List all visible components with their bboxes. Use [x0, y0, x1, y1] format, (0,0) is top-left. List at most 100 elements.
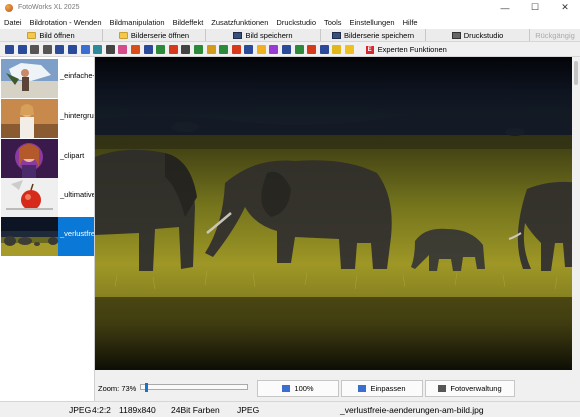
- redo-icon[interactable]: [42, 45, 52, 54]
- menu-bildeffekt[interactable]: Bildeffekt: [173, 18, 204, 27]
- menu-datei[interactable]: Datei: [4, 18, 22, 27]
- save-series-button[interactable]: Bilderserie speichern: [321, 29, 426, 41]
- thumbnail-item[interactable]: _einfache-: [1, 59, 94, 98]
- save-icon: [331, 31, 341, 39]
- fit-icon: [358, 385, 367, 392]
- print-studio-button[interactable]: Druckstudio: [426, 29, 530, 41]
- open-series-button[interactable]: Bilderserie öffnen: [103, 29, 206, 41]
- star-icon[interactable]: [256, 45, 266, 54]
- crop-icon[interactable]: [80, 45, 90, 54]
- thumbnail-item[interactable]: _hintergru: [1, 99, 94, 138]
- zoom-icon: [282, 385, 291, 392]
- zoom-slider[interactable]: [140, 383, 248, 392]
- window-title: FotoWorks XL 2025: [18, 4, 80, 11]
- fit-label: Einpassen: [370, 384, 406, 393]
- thumbnail-item-selected[interactable]: _verlustfrei: [1, 217, 94, 256]
- expert-functions-button[interactable]: E Experten Funktionen: [365, 45, 447, 54]
- menu-bar: Datei Bildrotation - Wenden Bildmanipula…: [0, 15, 580, 29]
- clone-icon[interactable]: [219, 45, 229, 54]
- flip-horizontal-icon[interactable]: [55, 45, 65, 54]
- save-icon: [233, 31, 243, 39]
- status-subsampling: 4:2:2: [92, 405, 111, 415]
- draw-icon[interactable]: [168, 45, 178, 54]
- thumbnail-panel: _einfache- _hintergru _clipart _ultimati…: [0, 57, 95, 401]
- icon-toolbar: E Experten Funktionen: [0, 43, 580, 57]
- save-image-button[interactable]: Bild speichern: [206, 29, 321, 41]
- effect-icon[interactable]: [193, 45, 203, 54]
- undo-icon[interactable]: [30, 45, 40, 54]
- menu-bildmanipulation[interactable]: Bildmanipulation: [110, 18, 165, 27]
- frame-icon[interactable]: [156, 45, 166, 54]
- resize-icon[interactable]: [93, 45, 103, 54]
- main-button-bar: Bild öffnen Bilderserie öffnen Bild spei…: [0, 29, 580, 42]
- eye-icon[interactable]: [231, 45, 241, 54]
- print-icon[interactable]: [307, 45, 317, 54]
- thumbnail-image: [1, 99, 58, 138]
- thumbnail-label: _hintergru: [60, 111, 94, 120]
- grid-icon: [438, 385, 447, 392]
- thumbnail-item[interactable]: _ultimative: [1, 178, 94, 217]
- title-bar: FotoWorks XL 2025 — ☐ ✕: [0, 0, 580, 15]
- status-format: JPEG: [69, 405, 92, 415]
- open-image-button[interactable]: Bild öffnen: [0, 29, 103, 41]
- picture-icon[interactable]: [143, 45, 153, 54]
- flip-vertical-icon[interactable]: [67, 45, 77, 54]
- filter-icon[interactable]: [130, 45, 140, 54]
- status-dimensions: 1189x840: [119, 405, 156, 415]
- folder-icon: [118, 31, 128, 39]
- photo-manager-label: Fotoverwaltung: [450, 384, 502, 393]
- menu-tools[interactable]: Tools: [324, 18, 342, 27]
- thumbnail-label: _verlustfrei: [60, 229, 94, 238]
- light-icon[interactable]: [282, 45, 292, 54]
- photo-manager-button[interactable]: Fotoverwaltung: [425, 380, 515, 397]
- tool-icon[interactable]: [105, 45, 115, 54]
- collage-icon[interactable]: [294, 45, 304, 54]
- color-icon[interactable]: [118, 45, 128, 54]
- status-bar: JPEG 4:2:2 1189x840 24Bit Farben JPEG _v…: [0, 401, 580, 417]
- open-image-label: Bild öffnen: [39, 30, 75, 40]
- share-icon[interactable]: [319, 45, 329, 54]
- menu-hilfe[interactable]: Hilfe: [403, 18, 418, 27]
- thumbnail-label: _clipart: [60, 151, 85, 160]
- minimize-button[interactable]: —: [490, 0, 520, 15]
- zoom-100-button[interactable]: 100%: [257, 380, 339, 397]
- menu-bildrotation[interactable]: Bildrotation - Wenden: [30, 18, 102, 27]
- print-studio-label: Druckstudio: [463, 30, 504, 40]
- zoom-label: Zoom: 73%: [98, 384, 137, 393]
- brush-icon[interactable]: [206, 45, 216, 54]
- app-logo-icon: [5, 3, 13, 12]
- text-icon[interactable]: [181, 45, 191, 54]
- zoom-100-label: 100%: [294, 384, 314, 393]
- image-canvas[interactable]: [95, 57, 580, 370]
- menu-druckstudio[interactable]: Druckstudio: [276, 18, 316, 27]
- zoom-slider-thumb[interactable]: [145, 383, 148, 392]
- image-icon[interactable]: [332, 45, 342, 54]
- shape-icon[interactable]: [244, 45, 254, 54]
- undo-button[interactable]: Rückgängig: [530, 29, 580, 41]
- thumbnail-item[interactable]: _clipart: [1, 139, 94, 178]
- rotate-left-icon[interactable]: [5, 45, 14, 54]
- thumbnail-label: _ultimative: [60, 190, 94, 199]
- save-series-label: Bilderserie speichern: [343, 30, 415, 40]
- maximize-button[interactable]: ☐: [520, 0, 550, 15]
- app-window: FotoWorks XL 2025 — ☐ ✕ Datei Bildrotati…: [0, 0, 580, 417]
- sticker-icon[interactable]: [269, 45, 279, 54]
- thumbnail-image: [1, 178, 58, 217]
- folder-icon: [27, 31, 37, 39]
- star2-icon[interactable]: [345, 45, 355, 54]
- menu-einstellungen[interactable]: Einstellungen: [350, 18, 395, 27]
- thumbnail-label: _einfache-: [60, 71, 94, 80]
- status-type: JPEG: [237, 405, 260, 415]
- vertical-scrollbar[interactable]: [572, 57, 580, 370]
- fit-button[interactable]: Einpassen: [341, 380, 423, 397]
- thumbnail-image: [1, 217, 58, 256]
- undo-label: Rückgängig: [535, 30, 575, 40]
- open-series-label: Bilderserie öffnen: [130, 30, 190, 40]
- menu-zusatzfunktionen[interactable]: Zusatzfunktionen: [211, 18, 268, 27]
- close-button[interactable]: ✕: [550, 0, 580, 15]
- status-filename: _verlustfreie-aenderungen-am-bild.jpg: [340, 405, 484, 415]
- window-controls: — ☐ ✕: [490, 0, 580, 15]
- scrollbar-thumb[interactable]: [574, 61, 578, 85]
- rotate-right-icon[interactable]: [17, 45, 27, 54]
- elephant-photo: [95, 57, 580, 370]
